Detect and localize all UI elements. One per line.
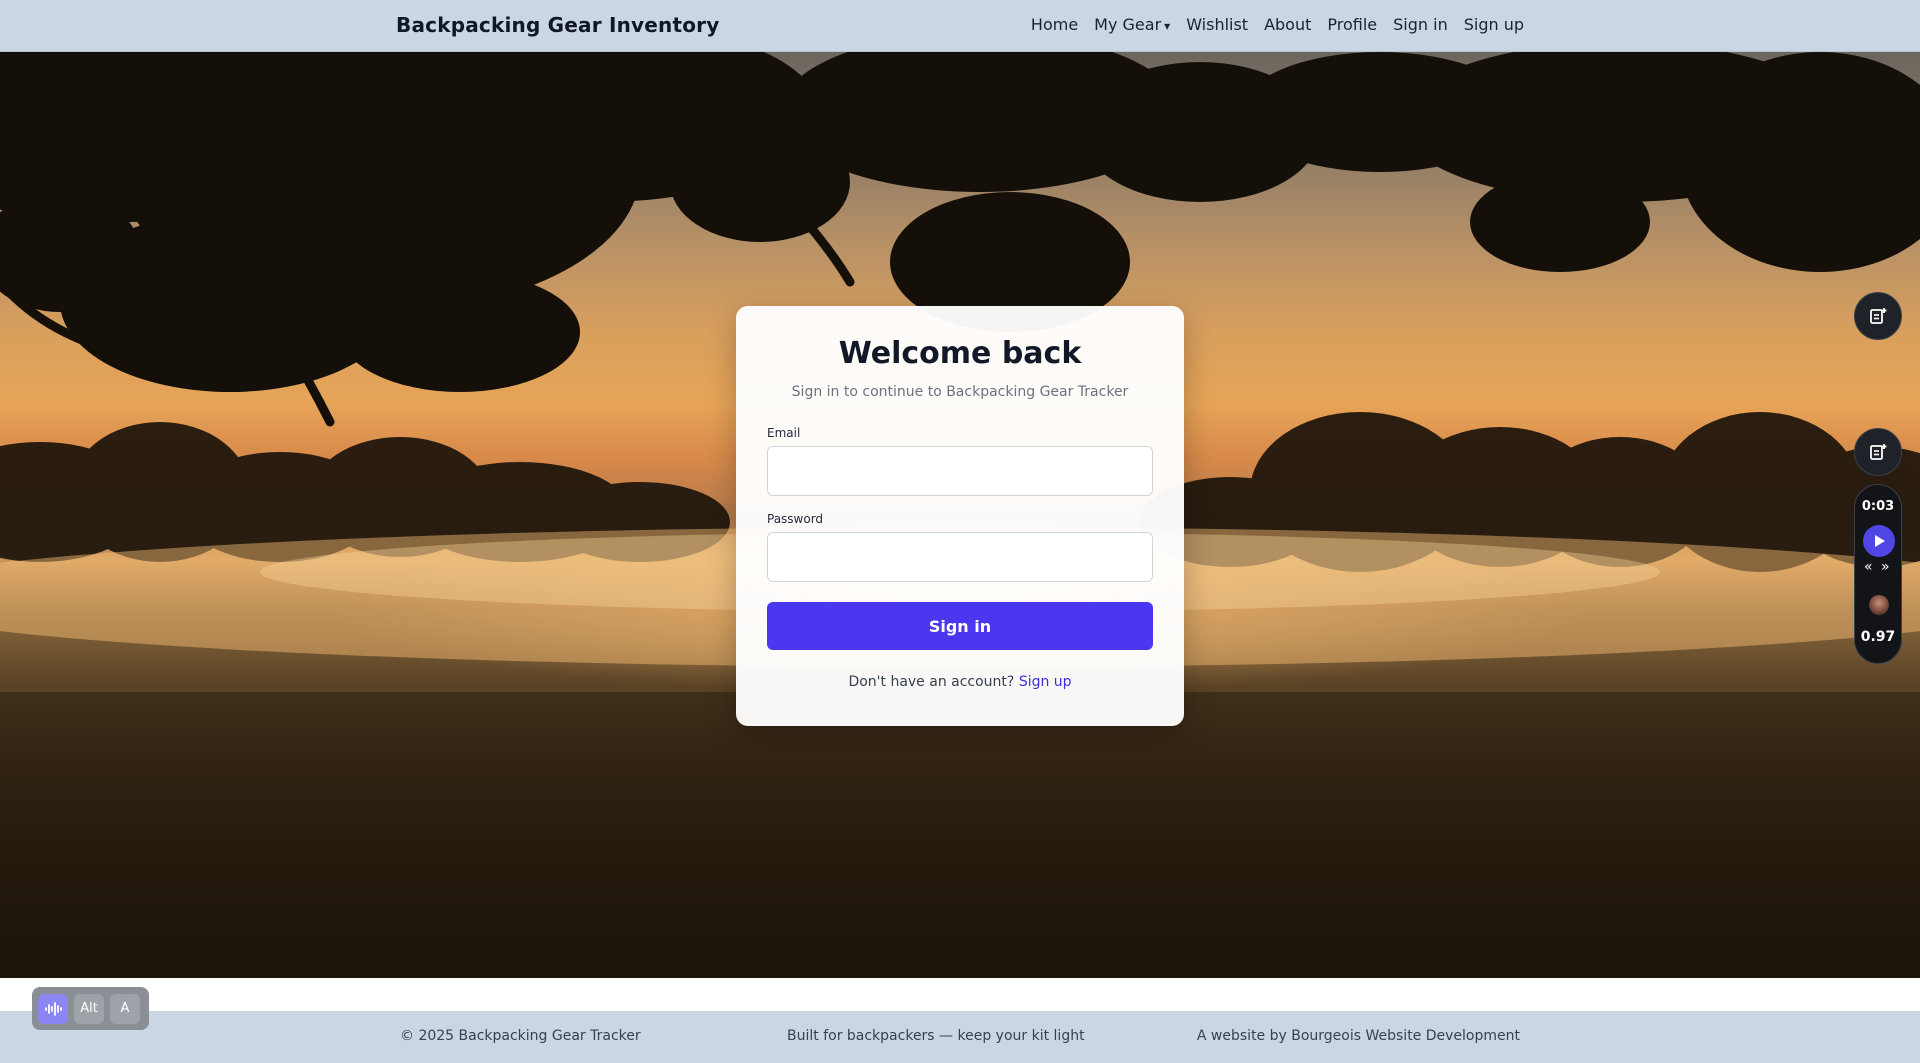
footer-tagline: Built for backpackers — keep your kit li…: [787, 1028, 1085, 1044]
note-add-button-2[interactable]: [1854, 428, 1902, 476]
play-icon: [1875, 535, 1885, 547]
nav-link-my-gear-label: My Gear: [1094, 15, 1162, 34]
login-card: Welcome back Sign in to continue to Back…: [736, 306, 1184, 726]
nav-link-sign-up[interactable]: Sign up: [1464, 15, 1524, 34]
nav-link-about[interactable]: About: [1264, 15, 1311, 34]
audio-player-widget: 0:03 « » 0.97: [1854, 484, 1902, 664]
email-input[interactable]: [767, 446, 1153, 496]
brand-title[interactable]: Backpacking Gear Inventory: [396, 13, 719, 37]
nav-link-my-gear[interactable]: My Gear ▾: [1094, 15, 1170, 34]
page-footer: © 2025 Backpacking Gear Tracker Built fo…: [0, 1011, 1920, 1063]
top-navbar: Backpacking Gear Inventory Home My Gear ▾…: [0, 0, 1920, 52]
page-gap: [0, 978, 1920, 1011]
footer-copyright: © 2025 Backpacking Gear Tracker: [400, 1028, 641, 1044]
footer-credit[interactable]: A website by Bourgeois Website Developme…: [1197, 1028, 1520, 1044]
sign-in-button[interactable]: Sign in: [767, 602, 1153, 650]
nav-links: Home My Gear ▾ Wishlist About Profile Sig…: [1031, 15, 1524, 34]
signup-prompt: Don't have an account? Sign up: [736, 674, 1184, 690]
nav-link-wishlist[interactable]: Wishlist: [1186, 15, 1248, 34]
skip-back-button[interactable]: «: [1864, 559, 1873, 575]
playback-speed[interactable]: 0.97: [1855, 629, 1901, 645]
nav-link-sign-in[interactable]: Sign in: [1393, 15, 1448, 34]
alt-text-button[interactable]: Alt: [74, 993, 104, 1024]
password-input[interactable]: [767, 532, 1153, 582]
signup-prompt-text: Don't have an account?: [848, 674, 1015, 690]
note-add-icon: [1870, 444, 1887, 460]
login-title: Welcome back: [838, 336, 1082, 371]
note-add-button-1[interactable]: [1854, 292, 1902, 340]
waveform-button[interactable]: [38, 993, 68, 1024]
chevron-down-icon: ▾: [1164, 19, 1171, 33]
email-label: Email: [767, 426, 801, 440]
play-button[interactable]: [1863, 525, 1895, 557]
voice-avatar[interactable]: [1869, 595, 1889, 615]
nav-link-home[interactable]: Home: [1031, 15, 1078, 34]
password-label: Password: [767, 512, 824, 526]
skip-forward-button[interactable]: »: [1881, 559, 1890, 575]
note-add-icon: [1870, 308, 1887, 324]
nav-link-profile[interactable]: Profile: [1327, 15, 1377, 34]
playback-time: 0:03: [1861, 499, 1895, 514]
waveform-icon: [45, 1001, 62, 1016]
signup-link[interactable]: Sign up: [1019, 674, 1072, 690]
accessibility-toolbar: Alt A: [32, 987, 149, 1030]
font-size-button[interactable]: A: [110, 993, 140, 1024]
login-subtitle: Sign in to continue to Backpacking Gear …: [791, 384, 1129, 400]
